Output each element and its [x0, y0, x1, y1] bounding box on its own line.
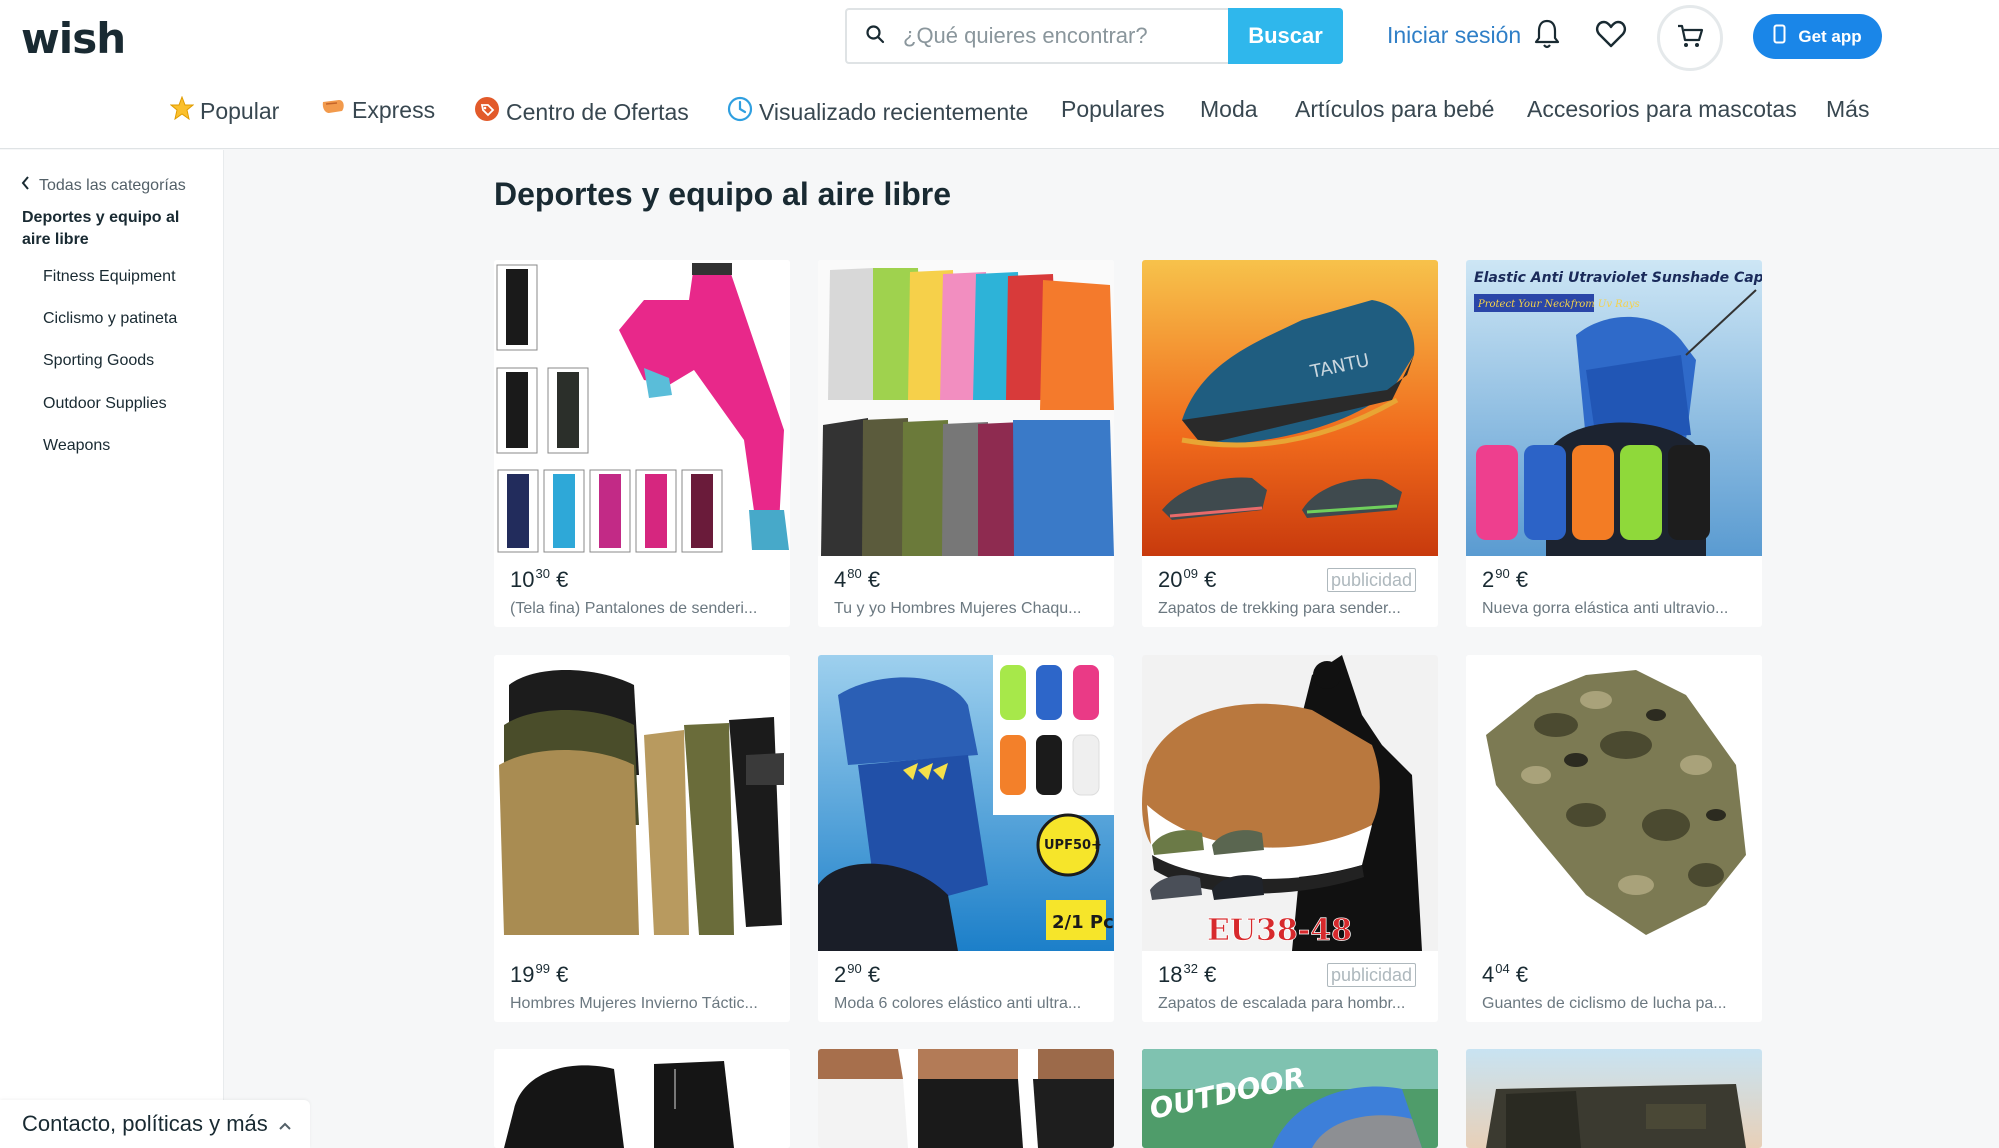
- login-link[interactable]: Iniciar sesión: [1387, 22, 1521, 49]
- clock-icon: [727, 96, 753, 128]
- nav-mascotas-label: Accesorios para mascotas: [1527, 96, 1797, 122]
- get-app-button[interactable]: Get app: [1753, 14, 1882, 59]
- product-price: 1832 €: [1158, 961, 1217, 987]
- nav-populares[interactable]: Populares: [1061, 96, 1165, 123]
- page-title: Deportes y equipo al aire libre: [494, 176, 952, 212]
- contact-policies-toggle[interactable]: Contacto, políticas y más: [0, 1100, 310, 1148]
- search-button[interactable]: Buscar: [1228, 8, 1343, 64]
- nav-mas[interactable]: Más: [1826, 96, 1869, 123]
- current-category: Deportes y equipo al aire libre: [22, 209, 180, 248]
- subcategory-cycling[interactable]: Ciclismo y patineta: [43, 310, 177, 328]
- product-image: [494, 260, 790, 556]
- product-description: Moda 6 colores elástico anti ultra...: [834, 995, 1082, 1012]
- product-card[interactable]: 1999 € Hombres Mujeres Invierno Táctic..…: [494, 655, 790, 1022]
- product-image: [1466, 1049, 1762, 1148]
- ad-badge: publicidad: [1326, 963, 1416, 987]
- nav-deals[interactable]: Centro de Ofertas: [474, 96, 689, 128]
- product-card[interactable]: 1030 € (Tela fina) Pantalones de senderi…: [494, 260, 790, 627]
- wish-logo[interactable]: wish: [21, 14, 126, 63]
- nav-express-label: Express: [352, 96, 436, 123]
- product-price: 404 €: [1482, 961, 1529, 987]
- product-price: 290 €: [1482, 566, 1529, 592]
- svg-text:Protect Your Neckfrom Uv Rays: Protect Your Neckfrom Uv Rays: [1477, 299, 1640, 310]
- product-card[interactable]: [1466, 1049, 1762, 1148]
- subcategory-outdoor[interactable]: Outdoor Supplies: [43, 395, 167, 413]
- product-description: Guantes de ciclismo de lucha pa...: [1482, 995, 1727, 1012]
- product-description: Nueva gorra elástica anti ultravio...: [1482, 600, 1729, 617]
- product-image: UPF50+ 2/1 Pcs: [818, 655, 1114, 951]
- subcategory-sporting-goods[interactable]: Sporting Goods: [43, 352, 154, 370]
- nav-deals-label: Centro de Ofertas: [506, 98, 689, 125]
- search-input[interactable]: [903, 23, 1203, 49]
- product-price: 480 €: [834, 566, 881, 592]
- svg-text:UPF50+: UPF50+: [1044, 838, 1102, 853]
- nav-populares-label: Populares: [1061, 96, 1165, 122]
- product-description: (Tela fina) Pantalones de senderi...: [510, 600, 758, 617]
- back-label: Todas las categorías: [39, 176, 186, 194]
- product-price: 1030 €: [510, 566, 569, 592]
- product-price: 2009 €: [1158, 566, 1217, 592]
- nav-moda[interactable]: Moda: [1200, 96, 1258, 123]
- chevron-up-icon: [278, 1111, 292, 1137]
- category-sidebar: Todas las categorías Deportes y equipo a…: [0, 150, 224, 1148]
- category-nav: Popular Express Centro de Ofertas Visual…: [0, 95, 1999, 136]
- product-description: Tu y yo Hombres Mujeres Chaqu...: [834, 600, 1082, 617]
- product-card[interactable]: 404 € Guantes de ciclismo de lucha pa...: [1466, 655, 1762, 1022]
- product-description: Zapatos de trekking para sender...: [1158, 600, 1401, 617]
- product-card[interactable]: 480 € Tu y yo Hombres Mujeres Chaqu...: [818, 260, 1114, 627]
- product-card[interactable]: [494, 1049, 790, 1148]
- back-to-categories[interactable]: Todas las categorías: [21, 176, 186, 195]
- product-price: 290 €: [834, 961, 881, 987]
- nav-recent[interactable]: Visualizado recientemente: [727, 96, 1028, 128]
- nav-bebe-label: Artículos para bebé: [1295, 96, 1495, 122]
- product-card[interactable]: UPF50+ 2/1 Pcs 290 € Moda 6 colores elás…: [818, 655, 1114, 1022]
- search-icon: [865, 24, 885, 49]
- subcategory-fitness[interactable]: Fitness Equipment: [43, 268, 176, 286]
- phone-icon: [1773, 24, 1786, 49]
- nav-mascotas[interactable]: Accesorios para mascotas: [1527, 96, 1797, 123]
- product-image: OUTDOOR: [1142, 1049, 1438, 1148]
- product-card[interactable]: [818, 1049, 1114, 1148]
- product-image: [494, 655, 790, 951]
- product-image: [818, 1049, 1114, 1148]
- nav-moda-label: Moda: [1200, 96, 1258, 122]
- product-card[interactable]: Elastic Anti Utraviolet Sunshade Cap Pro…: [1466, 260, 1762, 627]
- deal-tag-icon: [474, 96, 500, 128]
- product-image: [818, 260, 1114, 556]
- express-icon: [320, 96, 346, 124]
- product-card[interactable]: OUTDOOR: [1142, 1049, 1438, 1148]
- product-image: [494, 1049, 790, 1148]
- product-price: 1999 €: [510, 961, 569, 987]
- heart-icon[interactable]: [1593, 16, 1629, 52]
- nav-recent-label: Visualizado recientemente: [759, 98, 1029, 125]
- subcategory-weapons[interactable]: Weapons: [43, 437, 110, 455]
- header: wish Buscar Iniciar sesión Get app: [0, 0, 1999, 149]
- product-image: [1466, 655, 1762, 951]
- product-card[interactable]: TANTU 2009 € publicidad Zapatos de trekk…: [1142, 260, 1438, 627]
- nav-bebe[interactable]: Artículos para bebé: [1295, 96, 1494, 123]
- nav-mas-label: Más: [1826, 96, 1870, 122]
- search-bar: Buscar: [845, 8, 1343, 64]
- bell-icon[interactable]: [1529, 16, 1565, 52]
- star-icon: [169, 95, 195, 126]
- product-description: Hombres Mujeres Invierno Táctic...: [510, 995, 758, 1012]
- product-description: Zapatos de escalada para hombr...: [1158, 995, 1406, 1012]
- chevron-left-icon: [21, 176, 30, 195]
- nav-popular[interactable]: Popular: [169, 95, 280, 126]
- product-card[interactable]: EU38-48 1832 € publicidad Zapatos de esc…: [1142, 655, 1438, 1022]
- nav-popular-label: Popular: [200, 97, 280, 124]
- contact-policies-label: Contacto, políticas y más: [22, 1111, 268, 1136]
- svg-text:Elastic Anti Utraviolet Sunsha: Elastic Anti Utraviolet Sunshade Cap: [1474, 270, 1762, 286]
- svg-text:EU38-48: EU38-48: [1207, 913, 1352, 948]
- product-image: TANTU: [1142, 260, 1438, 556]
- search-field[interactable]: [845, 8, 1228, 64]
- product-image: EU38-48: [1142, 655, 1438, 951]
- ad-badge: publicidad: [1326, 568, 1416, 592]
- get-app-label: Get app: [1798, 26, 1862, 46]
- cart-button[interactable]: [1657, 5, 1723, 71]
- cart-icon: [1676, 23, 1704, 54]
- product-image: Elastic Anti Utraviolet Sunshade Cap Pro…: [1466, 260, 1762, 556]
- nav-express[interactable]: Express: [320, 96, 435, 124]
- svg-text:2/1 Pcs: 2/1 Pcs: [1052, 912, 1114, 933]
